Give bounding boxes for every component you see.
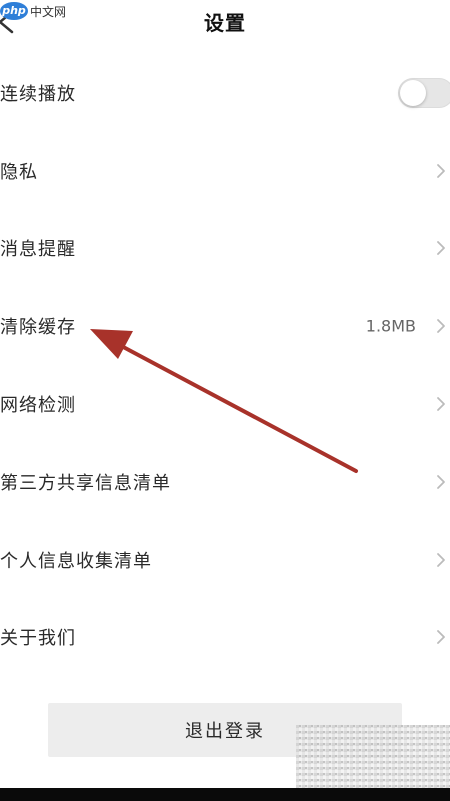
chevron-right-icon: [437, 475, 445, 489]
setting-label: 消息提醒: [0, 239, 76, 260]
setting-label: 清除缓存: [0, 317, 76, 338]
setting-row-network-check[interactable]: 网络检测: [0, 374, 450, 434]
setting-label: 关于我们: [0, 628, 76, 649]
setting-label: 隐私: [0, 162, 38, 183]
setting-row-privacy[interactable]: 隐私: [0, 141, 450, 201]
chevron-right-icon: [437, 241, 445, 255]
chevron-right-icon: [437, 553, 445, 567]
setting-row-about-us[interactable]: 关于我们: [0, 607, 450, 667]
toggle-knob: [400, 80, 426, 106]
settings-screen: php 中文网 设置 连续播放 隐私 消息提醒 清除缓存 1.8MB 网络检测: [0, 0, 450, 801]
setting-row-autoplay[interactable]: 连续播放: [0, 63, 450, 123]
chevron-right-icon: [437, 164, 445, 178]
setting-row-personal-info[interactable]: 个人信息收集清单: [0, 530, 450, 590]
setting-row-notifications[interactable]: 消息提醒: [0, 218, 450, 278]
cache-size-value: 1.8MB: [365, 316, 416, 336]
setting-label: 网络检测: [0, 395, 76, 416]
setting-label: 连续播放: [0, 84, 76, 105]
page-title: 设置: [204, 11, 246, 35]
header: php 中文网 设置: [0, 0, 450, 44]
setting-label: 个人信息收集清单: [0, 551, 152, 572]
chevron-right-icon: [437, 630, 445, 644]
autoplay-toggle[interactable]: [398, 78, 450, 108]
chevron-right-icon: [437, 397, 445, 411]
bottom-bar: [0, 788, 450, 801]
noise-overlay: [296, 725, 450, 791]
setting-label: 第三方共享信息清单: [0, 473, 171, 494]
setting-row-clear-cache[interactable]: 清除缓存 1.8MB: [0, 296, 450, 356]
chevron-right-icon: [437, 319, 445, 333]
setting-row-third-party-sharing[interactable]: 第三方共享信息清单: [0, 452, 450, 512]
